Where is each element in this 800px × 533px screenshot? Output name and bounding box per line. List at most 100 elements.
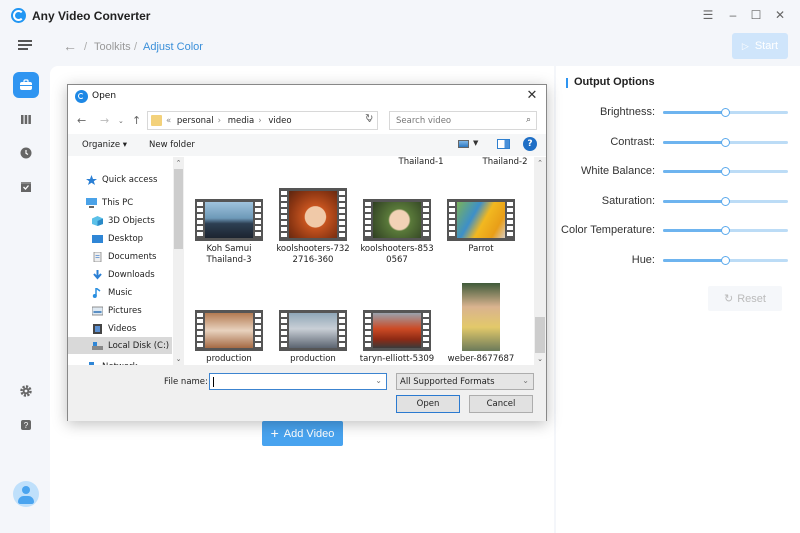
search-placeholder: Search video [396, 116, 452, 126]
close-window-icon[interactable]: ✕ [772, 7, 788, 23]
nav-item-local-disk-c[interactable]: Local Disk (C:) [68, 337, 172, 354]
nav-item-desktop[interactable]: Desktop [68, 230, 172, 247]
nav-item-downloads[interactable]: Downloads [68, 266, 172, 283]
sidebar-item-toolkits[interactable] [13, 72, 39, 98]
nav-item-label: 3D Objects [108, 215, 155, 226]
file-item[interactable]: taryn-elliott-5309381 [355, 310, 439, 365]
slider-label: Hue: [631, 254, 655, 266]
change-view-icon[interactable] [458, 140, 469, 148]
file-name-dropdown-icon[interactable]: ⌄ [375, 376, 382, 385]
nav-item-label: Quick access [102, 174, 158, 185]
search-input[interactable]: Search video ⌕ [389, 111, 537, 130]
add-video-button[interactable]: + Add Video [262, 421, 343, 446]
hue-slider[interactable] [663, 256, 788, 265]
brightness-slider[interactable] [663, 108, 788, 117]
file-list-scrollbar[interactable]: ⌃ ⌄ [534, 157, 546, 365]
file-item[interactable]: Parrot [439, 199, 523, 255]
video-thumbnail [462, 283, 500, 351]
file-name: production [206, 354, 252, 364]
nav-up-icon[interactable]: ↑ [132, 114, 141, 127]
sidebar-item-help[interactable]: ? [13, 412, 39, 438]
breadcrumb-toolkits[interactable]: Toolkits [94, 41, 131, 53]
slider-thumb[interactable] [721, 167, 730, 176]
file-item-partial[interactable]: Thailand-1 [379, 157, 463, 168]
file-type-value: All Supported Formats [400, 377, 495, 387]
contrast-slider[interactable] [663, 138, 788, 147]
file-item[interactable]: koolshooters-732 2716-360 [271, 188, 355, 266]
nav-item-label: Desktop [108, 233, 144, 244]
reset-button[interactable]: ↻ Reset [708, 286, 782, 311]
slider-row-hue: Hue: [556, 254, 800, 268]
nav-item-quick-access[interactable]: Quick access [68, 171, 172, 188]
file-item[interactable]: weber-8677687 [439, 283, 523, 365]
nav-item-this-pc[interactable]: This PC [68, 194, 172, 211]
file-name: koolshooters-732 [276, 244, 350, 254]
nav-item-music[interactable]: Music [68, 284, 172, 301]
video-thumbnail [363, 199, 431, 241]
file-name-input[interactable]: ⌄ [209, 373, 387, 390]
nav-item-3d-objects[interactable]: 3D Objects [68, 212, 172, 229]
user-avatar[interactable] [13, 481, 39, 507]
video-thumbnail [195, 310, 263, 351]
color-temperature-slider[interactable] [663, 226, 788, 235]
nav-item-label: Music [108, 287, 133, 298]
address-segment[interactable]: media [228, 116, 254, 126]
video-thumbnail [363, 310, 431, 351]
file-item[interactable]: productionID_4881727 [271, 310, 355, 365]
reset-label: Reset [737, 292, 766, 305]
address-bar[interactable]: « personal › media › video ⌄ [147, 111, 378, 130]
reset-icon: ↻ [724, 293, 734, 305]
minimize-icon[interactable]: – [725, 7, 741, 23]
cancel-button[interactable]: Cancel [469, 395, 533, 413]
nav-item-videos[interactable]: Videos [68, 320, 172, 337]
recent-locations-icon[interactable]: ⌄ [118, 117, 124, 125]
navigation-scrollbar[interactable]: ⌃ ⌄ [173, 157, 184, 365]
back-arrow-icon[interactable]: ← [63, 38, 77, 54]
nav-item-documents[interactable]: Documents [68, 248, 172, 265]
disk-icon [92, 341, 103, 351]
white-balance-slider[interactable] [663, 167, 788, 176]
nav-back-icon[interactable]: ← [77, 114, 86, 127]
help-icon[interactable]: ? [523, 137, 537, 151]
nav-forward-icon[interactable]: → [100, 114, 109, 127]
file-name: taryn-elliott-5309 [359, 354, 435, 364]
preview-pane-icon[interactable] [497, 139, 510, 149]
collapse-sidebar-icon[interactable] [18, 40, 32, 52]
organize-button[interactable]: Organize ▾ [82, 140, 127, 150]
slider-thumb[interactable] [721, 197, 730, 206]
address-segment[interactable]: personal [177, 116, 214, 126]
sidebar-item-history[interactable] [13, 140, 39, 166]
view-dropdown-icon[interactable]: ▼ [473, 139, 478, 147]
plus-icon: + [270, 425, 279, 441]
new-folder-button[interactable]: New folder [149, 140, 195, 150]
file-item[interactable]: Koh Samui Thailand-3 [187, 199, 271, 266]
open-button[interactable]: Open [396, 395, 460, 413]
nav-item-label: This PC [102, 197, 134, 208]
sidebar-item-settings[interactable] [13, 378, 39, 404]
slider-thumb[interactable] [721, 256, 730, 265]
nav-item-pictures[interactable]: Pictures [68, 302, 172, 319]
refresh-icon[interactable]: ↻ [365, 113, 373, 124]
file-name-continued: Thailand-3 [206, 255, 252, 265]
file-item[interactable]: koolshooters-853 0567 [355, 199, 439, 266]
sidebar-item-library[interactable] [13, 106, 39, 132]
slider-thumb[interactable] [721, 138, 730, 147]
dialog-close-icon[interactable]: ✕ [524, 88, 540, 103]
slider-thumb[interactable] [721, 226, 730, 235]
file-item[interactable]: productionID_3682076 [187, 310, 271, 365]
slider-thumb[interactable] [721, 108, 730, 117]
file-item-partial[interactable]: Thailand-2 [463, 157, 534, 168]
maximize-icon[interactable]: ☐ [748, 7, 764, 23]
slider-label: Contrast: [610, 136, 655, 148]
start-button[interactable]: ▷ Start [732, 33, 788, 59]
start-label: Start [754, 40, 779, 52]
file-type-select[interactable]: All Supported Formats ⌄ [396, 373, 534, 390]
sidebar-item-tasks[interactable] [13, 174, 39, 200]
music-icon [92, 286, 103, 298]
saturation-slider[interactable] [663, 197, 788, 206]
hamburger-menu-icon[interactable]: ☰ [700, 7, 716, 23]
address-segment[interactable]: video [268, 116, 291, 126]
breadcrumb-separator: / [134, 41, 138, 53]
slider-label: White Balance: [581, 165, 655, 177]
address-overflow[interactable]: « [166, 116, 171, 126]
